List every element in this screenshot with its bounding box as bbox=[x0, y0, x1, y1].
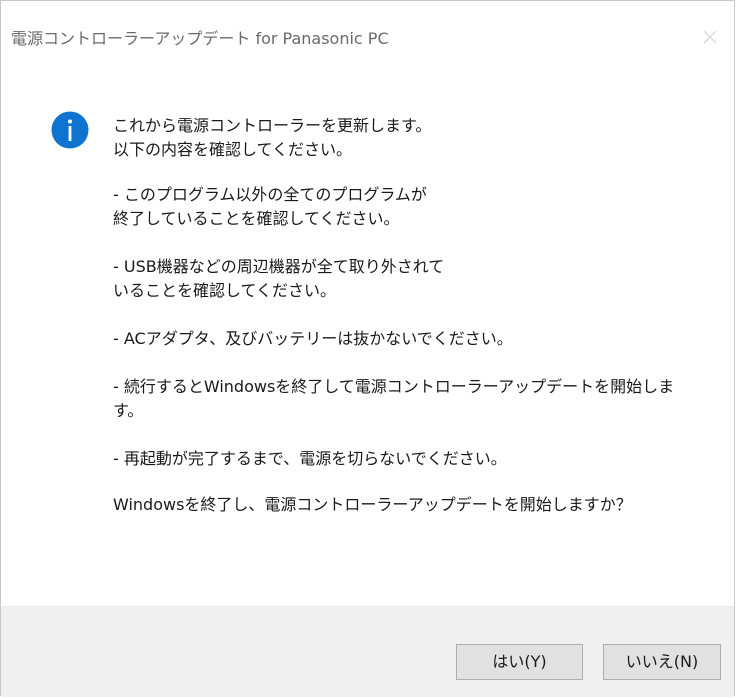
message-item-do-not-power-off: - 再起動が完了するまで、電源を切らないでください。 bbox=[113, 449, 507, 468]
button-bar: はい(Y) いいえ(N) bbox=[1, 606, 734, 697]
no-button[interactable]: いいえ(N) bbox=[603, 644, 721, 680]
info-icon bbox=[51, 111, 89, 149]
message-item-close-programs: - このプログラム以外の全てのプログラムが 終了していることを確認してください。 bbox=[113, 185, 427, 228]
close-icon bbox=[703, 30, 717, 44]
window-title: 電源コントローラーアップデート for Panasonic PC bbox=[11, 29, 389, 48]
dialog-content: これから電源コントローラーを更新します。 以下の内容を確認してください。 - こ… bbox=[1, 53, 734, 606]
message-item-remove-usb: - USB機器などの周辺機器が全て取り外されて いることを確認してください。 bbox=[113, 257, 445, 300]
message-item-windows-shutdown: - 続行するとWindowsを終了して電源コントローラーアップデートを開始しま … bbox=[113, 377, 675, 420]
message-dialog: 電源コントローラーアップデート for Panasonic PC これから電源コ… bbox=[0, 0, 735, 697]
message-text: これから電源コントローラーを更新します。 以下の内容を確認してください。 - こ… bbox=[113, 114, 713, 517]
title-bar: 電源コントローラーアップデート for Panasonic PC bbox=[1, 1, 734, 53]
message-item-keep-power: - ACアダプタ、及びバッテリーは抜かないでください。 bbox=[113, 329, 513, 348]
message-intro: これから電源コントローラーを更新します。 以下の内容を確認してください。 bbox=[113, 116, 432, 159]
message-question: Windowsを終了し、電源コントローラーアップデートを開始しますか？ bbox=[113, 495, 632, 514]
yes-button[interactable]: はい(Y) bbox=[456, 644, 583, 680]
close-button[interactable] bbox=[688, 15, 734, 55]
